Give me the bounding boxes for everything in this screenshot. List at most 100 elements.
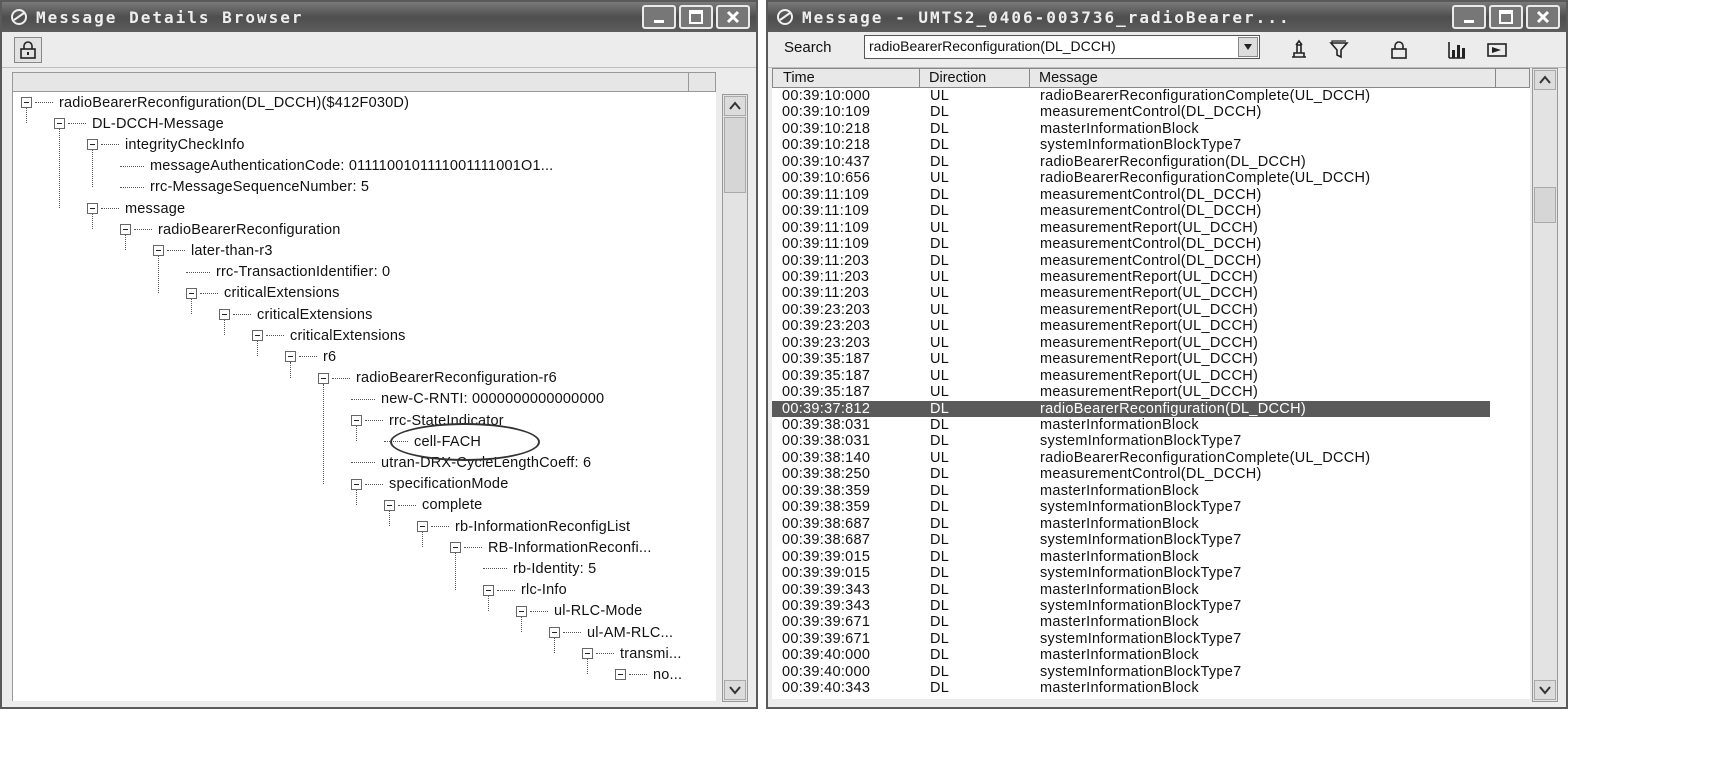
collapse-toggle[interactable] (186, 287, 197, 299)
tree-node[interactable]: later-than-r3 (153, 240, 273, 261)
table-row[interactable]: 00:39:10:437 DL radioBearerReconfiguration… (772, 154, 1530, 171)
scroll-down-button[interactable] (724, 680, 746, 700)
close-button[interactable] (1526, 5, 1560, 29)
tree-node[interactable]: specificationMode (351, 474, 508, 495)
table-row[interactable]: 00:39:40:000 DL systemInformationBlockType… (772, 664, 1530, 681)
table-row[interactable]: 00:39:23:203 UL measurementReport(UL_DCCH) (772, 318, 1530, 335)
scroll-thumb[interactable] (1534, 187, 1556, 223)
close-button[interactable] (716, 5, 750, 29)
collapse-toggle[interactable] (417, 521, 428, 532)
collapse-toggle[interactable] (219, 309, 230, 320)
tree-node[interactable]: transmi... (582, 643, 682, 664)
collapse-toggle[interactable] (21, 97, 32, 108)
collapse-toggle[interactable] (483, 584, 494, 596)
collapse-toggle[interactable] (351, 415, 362, 426)
collapse-toggle[interactable] (615, 669, 626, 681)
collapse-toggle[interactable] (516, 605, 527, 617)
scroll-up-button[interactable] (724, 96, 746, 116)
table-row[interactable]: 00:39:38:687 DL masterInformationBlock (772, 516, 1530, 533)
scroll-up-button[interactable] (1534, 70, 1556, 90)
column-message[interactable]: Message (1029, 70, 1098, 87)
table-row[interactable]: 00:39:11:109 UL measurementReport(UL_DCCH) (772, 220, 1530, 237)
tree-node[interactable]: rb-Identity: 5 (483, 558, 596, 579)
table-row[interactable]: 00:39:39:343 DL systemInformationBlockType… (772, 598, 1530, 615)
collapse-toggle[interactable] (351, 478, 362, 490)
table-row[interactable]: 00:39:23:203 UL measurementReport(UL_DCCH) (772, 335, 1530, 352)
collapse-toggle[interactable] (384, 499, 395, 511)
search-dropdown-button[interactable] (1238, 37, 1258, 57)
column-direction[interactable]: Direction (919, 70, 986, 87)
tree-node[interactable]: RB-InformationReconfi... (450, 537, 652, 558)
title-bar[interactable]: Message Details Browser (2, 2, 756, 32)
minimize-button[interactable] (642, 5, 676, 29)
table-row[interactable]: 00:39:40:000 DL masterInformationBlock (772, 647, 1530, 664)
table-row[interactable]: 00:39:38:031 DL masterInformationBlock (772, 417, 1530, 434)
table-row[interactable]: 00:39:39:015 DL masterInformationBlock (772, 549, 1530, 566)
collapse-toggle[interactable] (582, 648, 593, 660)
table-row[interactable]: 00:39:35:187 UL measurementReport(UL_DCCH) (772, 384, 1530, 401)
column-time[interactable]: Time (773, 70, 815, 87)
collapse-toggle[interactable] (450, 542, 461, 554)
table-row[interactable]: 00:39:23:203 UL measurementReport(UL_DCCH) (772, 302, 1530, 319)
collapse-toggle[interactable] (252, 330, 263, 342)
tree-node[interactable]: criticalExtensions (219, 304, 373, 325)
tree-node[interactable]: radioBearerReconfiguration (120, 219, 341, 240)
tree-node[interactable]: message (87, 198, 185, 219)
table-row[interactable]: 00:39:39:671 DL masterInformationBlock (772, 614, 1530, 631)
collapse-toggle[interactable] (120, 224, 131, 236)
tree-node[interactable]: rrc-TransactionIdentifier: 0 (186, 262, 390, 283)
table-row[interactable]: 00:39:10:656 UL radioBearerReconfiguration… (772, 170, 1530, 187)
title-bar[interactable]: Message - UMTS2_0406-003736_radioBearer.… (768, 2, 1566, 32)
tree-node[interactable]: criticalExtensions (252, 325, 406, 346)
table-row[interactable]: 00:39:38:250 DL measurementControl(DL_DCCH… (772, 466, 1530, 483)
collapse-toggle[interactable] (285, 351, 296, 363)
tree-node[interactable]: new-C-RNTI: 0000000000000000 (351, 389, 604, 410)
table-row[interactable]: 00:39:39:343 DL masterInformationBlock (772, 582, 1530, 599)
table-row[interactable]: 00:39:40:343 DL masterInformationBlock (772, 680, 1530, 697)
table-row-selected[interactable]: 00:39:37:812 DL radioBearerReconfiguration… (772, 400, 1490, 418)
table-row[interactable]: 00:39:38:687 DL systemInformationBlockType… (772, 532, 1530, 549)
tree-node[interactable]: no... (615, 664, 682, 685)
table-row[interactable]: 00:39:11:203 UL measurementReport(UL_DCCH) (772, 269, 1530, 286)
tree-node[interactable]: rb-InformationReconfigList (417, 516, 630, 537)
table-row[interactable]: 00:39:10:000 UL radioBearerReconfiguration… (772, 88, 1530, 105)
table-row[interactable]: 00:39:39:015 DL systemInformationBlockType… (772, 565, 1530, 582)
filter-button[interactable] (1286, 37, 1312, 63)
collapse-toggle[interactable] (318, 372, 329, 384)
table-row[interactable]: 00:39:39:671 DL systemInformationBlockType… (772, 631, 1530, 648)
chart-button[interactable] (1444, 37, 1470, 63)
table-row[interactable]: 00:39:38:359 DL masterInformationBlock (772, 483, 1530, 500)
table-row[interactable]: 00:39:11:203 UL measurementReport(UL_DCCH) (772, 285, 1530, 302)
table-row[interactable]: 00:39:38:140 UL radioBearerReconfiguration… (772, 450, 1530, 467)
tree-node[interactable]: r6 (285, 346, 336, 367)
tree-node[interactable]: integrityCheckInfo (87, 134, 245, 155)
table-row[interactable]: 00:39:38:031 DL systemInformationBlockType… (772, 433, 1530, 450)
tree-node[interactable]: rlc-Info (483, 580, 567, 601)
search-input[interactable]: radioBearerReconfiguration(DL_DCCH) (864, 35, 1260, 59)
table-row[interactable]: 00:39:35:187 UL measurementReport(UL_DCCH) (772, 351, 1530, 368)
table-row[interactable]: 00:39:10:109 DL measurementControl(DL_DCCH… (772, 104, 1530, 121)
tree-node[interactable]: ul-AM-RLC... (549, 622, 673, 643)
table-row[interactable]: 00:39:35:187 UL measurementReport(UL_DCCH) (772, 368, 1530, 385)
table-row[interactable]: 00:39:38:359 DL systemInformationBlockType… (772, 499, 1530, 516)
tree-node[interactable]: complete (384, 495, 482, 516)
tree-node[interactable]: rrc-MessageSequenceNumber: 5 (120, 177, 369, 198)
tree-node[interactable]: criticalExtensions (186, 283, 340, 304)
collapse-toggle[interactable] (153, 245, 164, 257)
list-scrollbar[interactable] (1532, 68, 1558, 702)
table-row[interactable]: 00:39:11:203 DL measurementControl(DL_DCCH… (772, 253, 1530, 270)
tree-node[interactable]: messageAuthenticationCode: 0111100101111… (120, 156, 553, 177)
scroll-down-button[interactable] (1534, 680, 1556, 700)
table-row[interactable]: 00:39:11:109 DL measurementControl(DL_DCCH… (772, 187, 1530, 204)
collapse-toggle[interactable] (549, 627, 560, 638)
next-button[interactable] (1484, 37, 1510, 63)
minimize-button[interactable] (1452, 5, 1486, 29)
collapse-toggle[interactable] (87, 203, 98, 214)
table-row[interactable]: 00:39:11:109 DL measurementControl(DL_DCCH… (772, 236, 1530, 253)
table-row[interactable]: 00:39:11:109 DL measurementControl(DL_DCCH… (772, 203, 1530, 220)
table-row[interactable]: 00:39:10:218 DL systemInformationBlockType… (772, 137, 1530, 154)
collapse-toggle[interactable] (87, 139, 98, 151)
lock-button[interactable] (1386, 37, 1412, 63)
tree-node[interactable]: ul-RLC-Mode (516, 601, 642, 622)
lock-button[interactable] (14, 37, 42, 63)
